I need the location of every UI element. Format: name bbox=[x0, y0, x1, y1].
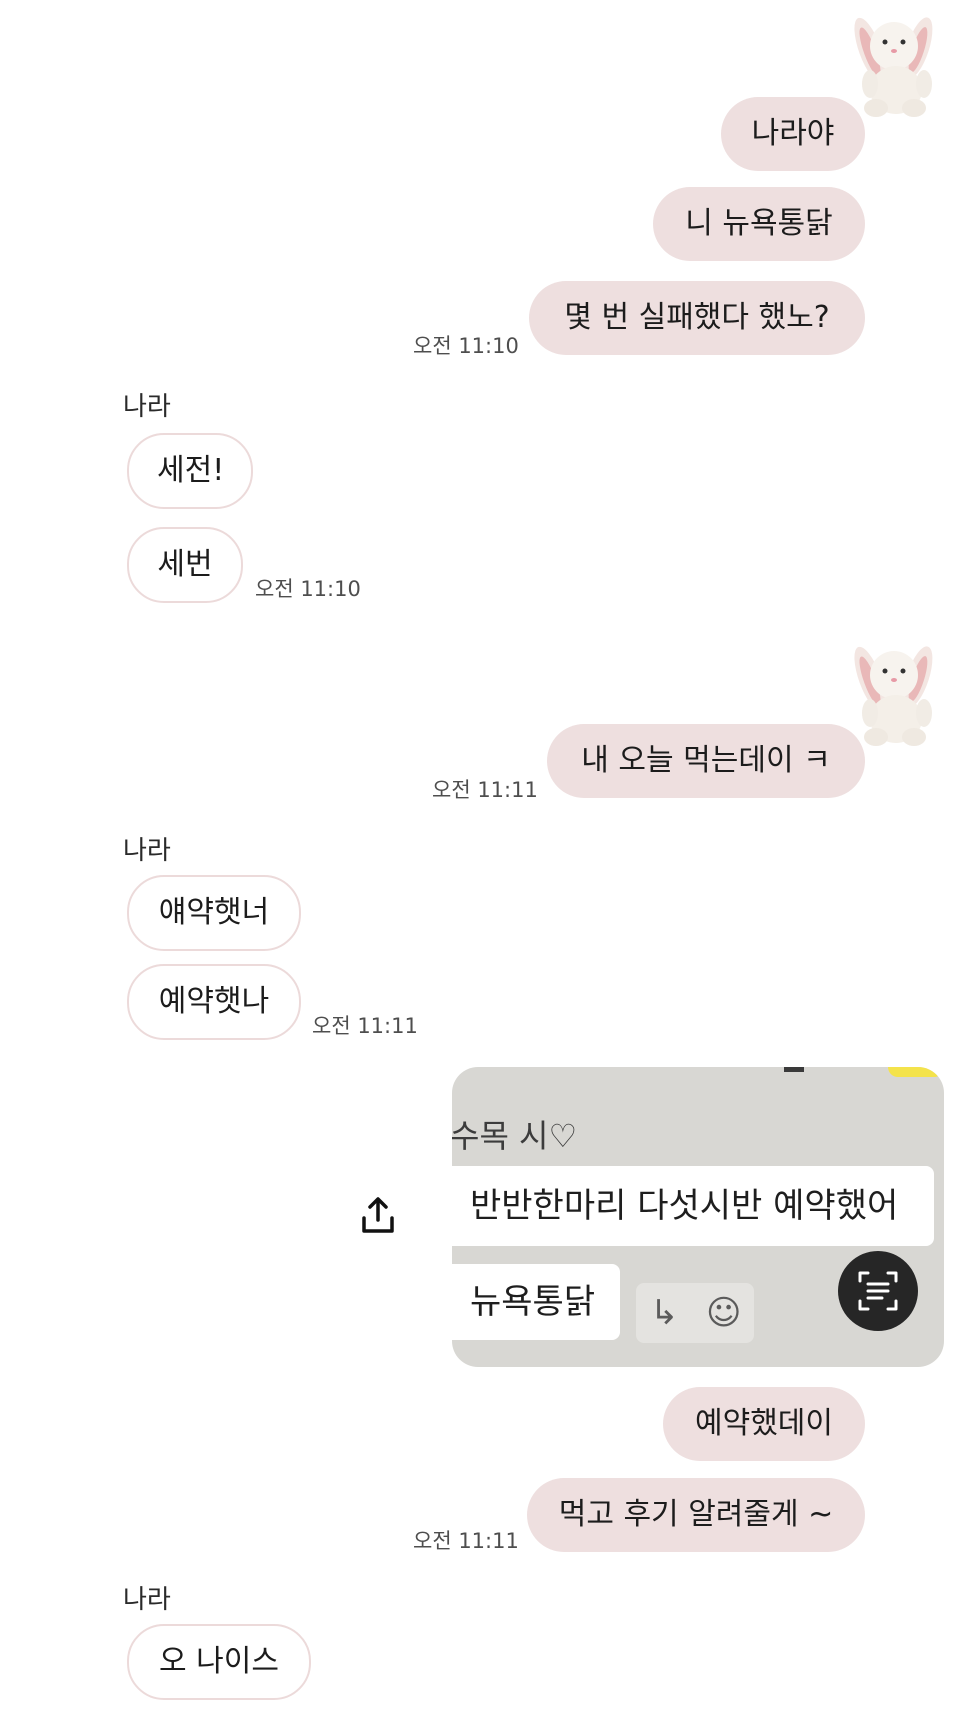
bunny-avatar-icon[interactable] bbox=[848, 8, 948, 123]
image-heading-text: 수목 시♡ bbox=[452, 1117, 578, 1155]
cropped-mark bbox=[784, 1067, 804, 1072]
sender-name: 나라 bbox=[123, 1585, 171, 1615]
their-message-bubble[interactable]: 얘약햇너 bbox=[127, 875, 301, 951]
my-message-bubble[interactable]: 나라야 bbox=[721, 97, 865, 171]
image-reaction-bar: ↳ ☺ bbox=[636, 1283, 754, 1343]
message-timestamp: 오전 11:11 bbox=[413, 1529, 519, 1553]
reply-arrow-icon: ↳ bbox=[650, 1293, 679, 1333]
message-timestamp: 오전 11:11 bbox=[312, 1014, 418, 1038]
their-message-bubble[interactable]: 오 나이스 bbox=[127, 1624, 311, 1700]
sender-name: 나라 bbox=[123, 836, 171, 866]
message-timestamp: 오전 11:10 bbox=[413, 334, 519, 358]
my-message-bubble[interactable]: 먹고 후기 알려줄게 ~ bbox=[527, 1478, 865, 1552]
their-message-bubble[interactable]: 세전! bbox=[127, 433, 253, 509]
my-message-bubble[interactable]: 예약했데이 bbox=[663, 1387, 865, 1461]
my-message-bubble[interactable]: 몇 번 실패했다 했노? bbox=[529, 281, 865, 355]
my-message-bubble[interactable]: 내 오늘 먹는데이 ㅋ bbox=[547, 724, 865, 798]
cropped-yellow-tab bbox=[888, 1067, 944, 1077]
their-message-bubble[interactable]: 예약햇나 bbox=[127, 964, 301, 1040]
bunny-avatar-icon[interactable] bbox=[848, 637, 948, 752]
message-timestamp: 오전 11:10 bbox=[255, 577, 361, 601]
message-timestamp: 오전 11:11 bbox=[432, 778, 538, 802]
their-message-bubble[interactable]: 세번 bbox=[127, 527, 243, 603]
image-text-line: 뉴욕통닭 bbox=[452, 1264, 620, 1340]
my-message-bubble[interactable]: 니 뉴욕통닭 bbox=[653, 187, 865, 261]
image-text-line: 반반한마리 다섯시반 예약했어 bbox=[452, 1166, 934, 1246]
sender-name: 나라 bbox=[123, 392, 171, 422]
text-scan-button[interactable] bbox=[838, 1251, 918, 1331]
add-emoji-icon: ☺ bbox=[706, 1293, 742, 1333]
share-icon[interactable] bbox=[358, 1196, 398, 1236]
text-scan-icon bbox=[858, 1271, 898, 1311]
